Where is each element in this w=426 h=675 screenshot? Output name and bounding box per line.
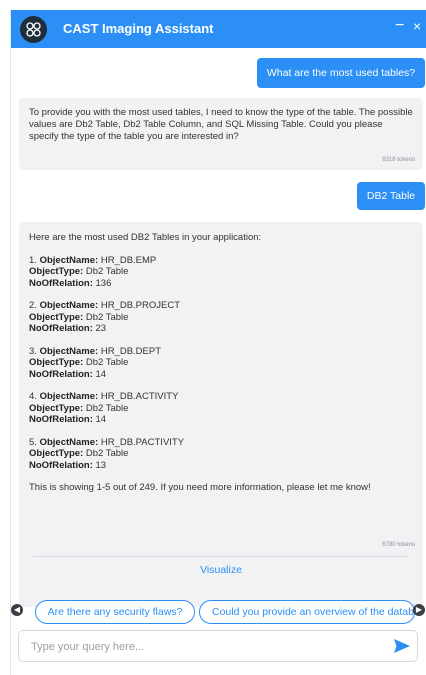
- item-index: 5.: [29, 436, 37, 448]
- send-button[interactable]: [393, 638, 411, 659]
- object-type-line: ObjectType: Db2 Table: [29, 311, 129, 323]
- object-name-value: HR_DB.DEPT: [100, 345, 162, 357]
- item-index: 3.: [29, 345, 37, 357]
- chevron-left-icon: ◀: [13, 605, 21, 614]
- suggestion-chip[interactable]: Could you provide an overview of the dat…: [199, 600, 415, 624]
- object-name-line: 3. ObjectName: HR_DB.DEPT: [29, 345, 162, 357]
- minimize-button[interactable]: −: [395, 18, 404, 34]
- relations-label: NoOfRelation: [29, 323, 90, 334]
- item-index: 4.: [29, 391, 37, 402]
- object-name-line: 1. ObjectName: HR_DB.EMP: [29, 254, 157, 266]
- object-name-value: HR_DB.PACTIVITY: [100, 436, 185, 448]
- object-type-label: ObjectType: [29, 357, 81, 368]
- divider: [33, 556, 409, 557]
- table-list-item: 1. ObjectName: HR_DB.EMP ObjectType: Db2 …: [29, 255, 413, 301]
- object-type-value: Db2 Table: [85, 266, 129, 277]
- object-type-label: ObjectType: [29, 311, 81, 323]
- table-list-item: 4. ObjectName: HR_DB.ACTIVITY ObjectType:…: [29, 391, 413, 437]
- assistant-title: CAST Imaging Assistant: [63, 21, 214, 36]
- relations-label: NoOfRelation: [29, 368, 90, 380]
- object-type-line: ObjectType: Db2 Table: [29, 266, 129, 277]
- close-button[interactable]: ×: [413, 18, 421, 34]
- scroll-left-button[interactable]: ◀: [11, 604, 23, 616]
- suggestion-chip[interactable]: Are there any security flaws?: [35, 600, 195, 624]
- object-type-value: Db2 Table: [85, 448, 129, 459]
- object-type-value: Db2 Table: [85, 402, 129, 414]
- user-message: DB2 Table: [357, 182, 425, 210]
- query-input[interactable]: [29, 636, 373, 658]
- relations-line: NoOfRelation: 136: [29, 277, 112, 289]
- object-type-line: ObjectType: Db2 Table: [29, 357, 129, 368]
- table-list-item: 2. ObjectName: HR_DB.PROJECT ObjectType: …: [29, 300, 413, 346]
- relations-line: NoOfRelation: 14: [29, 414, 107, 425]
- object-type-line: ObjectType: Db2 Table: [29, 448, 129, 459]
- assistant-message-text: To provide you with the most used tables…: [29, 107, 413, 142]
- object-name-value: HR_DB.ACTIVITY: [100, 391, 179, 402]
- relations-value: 14: [95, 414, 107, 425]
- object-type-label: ObjectType: [29, 402, 81, 414]
- assistant-message-intro: Here are the most used DB2 Tables in you…: [29, 232, 262, 243]
- table-list-item: 5. ObjectName: HR_DB.PACTIVITY ObjectType…: [29, 437, 413, 483]
- user-message: What are the most used tables?: [257, 58, 425, 88]
- assistant-message: Here are the most used DB2 Tables in you…: [19, 222, 423, 607]
- table-list: 1. ObjectName: HR_DB.EMP ObjectType: Db2 …: [29, 255, 413, 483]
- visualize-button[interactable]: Visualize: [19, 564, 423, 576]
- send-icon: [394, 639, 410, 653]
- object-name-line: 5. ObjectName: HR_DB.PACTIVITY: [29, 436, 185, 448]
- object-name-label: ObjectName: [39, 436, 96, 448]
- object-name-label: ObjectName: [39, 391, 96, 402]
- cast-logo-icon: [20, 16, 47, 43]
- object-name-line: 2. ObjectName: HR_DB.PROJECT: [29, 300, 181, 311]
- relations-value: 23: [95, 323, 107, 334]
- scroll-right-button[interactable]: ▶: [413, 604, 425, 616]
- item-index: 2.: [29, 300, 37, 311]
- relations-label: NoOfRelation: [29, 414, 90, 425]
- object-name-label: ObjectName: [39, 254, 96, 266]
- object-name-label: ObjectName: [39, 345, 96, 357]
- relations-line: NoOfRelation: 14: [29, 368, 107, 380]
- relations-value: 136: [95, 277, 112, 289]
- object-name-line: 4. ObjectName: HR_DB.ACTIVITY: [29, 391, 179, 402]
- object-name-label: ObjectName: [39, 300, 96, 311]
- token-count: 6318 tokens: [382, 157, 415, 163]
- object-type-line: ObjectType: Db2 Table: [29, 402, 129, 414]
- assistant-header: CAST Imaging Assistant − ×: [11, 10, 426, 48]
- object-type-value: Db2 Table: [85, 311, 129, 323]
- object-type-label: ObjectType: [29, 266, 81, 277]
- relations-line: NoOfRelation: 13: [29, 459, 107, 471]
- assistant-panel: CAST Imaging Assistant − × What are the …: [10, 10, 426, 675]
- relations-label: NoOfRelation: [29, 277, 90, 289]
- object-name-value: HR_DB.EMP: [100, 254, 157, 266]
- table-list-item: 3. ObjectName: HR_DB.DEPT ObjectType: Db2…: [29, 346, 413, 392]
- object-name-value: HR_DB.PROJECT: [100, 300, 181, 311]
- item-index: 1.: [29, 254, 37, 266]
- object-type-label: ObjectType: [29, 448, 81, 459]
- assistant-message: To provide you with the most used tables…: [19, 98, 423, 170]
- relations-value: 14: [95, 368, 107, 380]
- object-type-value: Db2 Table: [85, 357, 129, 368]
- assistant-message-footer: This is showing 1-5 out of 249. If you n…: [29, 482, 371, 493]
- relations-value: 13: [95, 459, 107, 471]
- query-input-container: [18, 630, 418, 662]
- token-count: 6780 tokens: [382, 542, 415, 548]
- relations-label: NoOfRelation: [29, 459, 90, 471]
- chevron-right-icon: ▶: [415, 605, 423, 614]
- relations-line: NoOfRelation: 23: [29, 323, 107, 334]
